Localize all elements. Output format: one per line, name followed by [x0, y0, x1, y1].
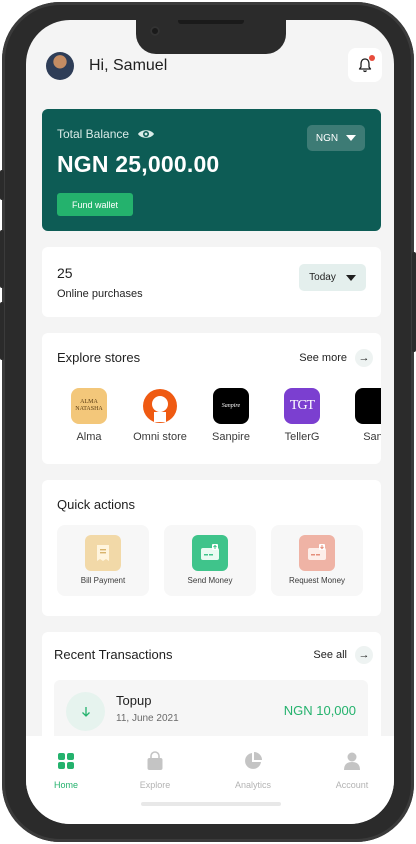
send-money-button[interactable]: Send Money	[164, 525, 256, 596]
balance-label-row: Total Balance	[57, 127, 155, 141]
see-all-link[interactable]: See all →	[313, 646, 373, 664]
power-button	[412, 252, 416, 352]
bill-icon	[85, 535, 121, 571]
currency-select[interactable]: NGN	[307, 125, 365, 151]
section-title: Explore stores	[57, 350, 141, 365]
store-name: Omni store	[133, 431, 187, 443]
store-item-alma[interactable]: ALMA NATASHA Alma	[54, 388, 124, 443]
receipt-icon	[97, 545, 109, 561]
store-item-sanpire[interactable]: Sanpire Sanpire	[196, 388, 266, 443]
tab-analytics[interactable]: Analytics	[216, 750, 290, 790]
pie-chart-icon	[216, 750, 290, 772]
request-money-icon	[299, 535, 335, 571]
section-title: Recent Transactions	[54, 647, 173, 662]
notification-dot	[369, 55, 375, 61]
bill-payment-button[interactable]: Bill Payment	[57, 525, 149, 596]
omni-logo	[142, 388, 178, 424]
action-label: Send Money	[187, 576, 233, 585]
quick-actions-card: Quick actions Bill Payment Send Money Re…	[42, 480, 381, 616]
wallet-in-icon	[308, 544, 326, 560]
action-label: Bill Payment	[80, 576, 126, 585]
mute-switch	[0, 170, 4, 200]
omni-store-icon	[143, 389, 177, 423]
purchases-count: 25	[57, 265, 73, 281]
sanpire-logo: Sanpire	[213, 388, 249, 424]
alma-logo: ALMA NATASHA	[71, 388, 107, 424]
phone-frame: Hi, Samuel Total Balance NGN 25,000.00 N…	[0, 2, 416, 842]
arrow-down-icon	[66, 692, 105, 731]
avatar[interactable]	[46, 52, 74, 80]
tab-label: Analytics	[234, 780, 271, 790]
balance-amount: NGN 25,000.00	[57, 151, 220, 177]
transaction-title: Topup	[116, 693, 152, 708]
tab-label: Account	[335, 780, 369, 790]
fund-wallet-button[interactable]: Fund wallet	[57, 193, 133, 216]
request-money-button[interactable]: Request Money	[271, 525, 363, 596]
arrow-right-icon: →	[355, 646, 373, 664]
chevron-down-icon	[346, 135, 357, 141]
see-more-label: See more	[299, 352, 347, 364]
store-item-partial[interactable]: San	[338, 388, 381, 443]
notifications-button[interactable]	[348, 48, 382, 82]
see-all-label: See all	[313, 649, 347, 661]
tab-account[interactable]: Account	[315, 750, 389, 790]
app-screen: Hi, Samuel Total Balance NGN 25,000.00 N…	[26, 20, 394, 824]
grid-icon	[29, 750, 103, 772]
store-item-omni[interactable]: Omni store	[125, 388, 195, 443]
volume-up-button	[0, 230, 4, 288]
tab-explore[interactable]: Explore	[118, 750, 192, 790]
purchases-card: 25 Online purchases Today	[42, 247, 381, 317]
period-select[interactable]: Today	[299, 264, 366, 291]
eye-icon[interactable]	[137, 128, 155, 140]
transaction-row[interactable]: Topup 11, June 2021 NGN 10,000	[54, 680, 368, 744]
see-more-link[interactable]: See more →	[299, 349, 373, 367]
send-money-icon	[192, 535, 228, 571]
front-camera	[150, 26, 160, 36]
purchases-label: Online purchases	[57, 288, 143, 300]
period-value: Today	[309, 272, 336, 283]
shopping-bag-icon	[118, 750, 192, 772]
tab-label: Home	[53, 780, 78, 790]
arrow-right-icon: →	[355, 349, 373, 367]
currency-value: NGN	[315, 132, 339, 144]
section-title: Quick actions	[57, 497, 136, 512]
store-name: Alma	[76, 431, 102, 443]
store-name: San	[363, 431, 381, 443]
balance-card: Total Balance NGN 25,000.00 NGN Fund wal…	[42, 109, 381, 231]
tab-label: Explore	[139, 780, 171, 790]
chevron-down-icon	[345, 274, 356, 281]
wallet-out-icon	[201, 544, 219, 560]
tab-home[interactable]: Home	[29, 750, 103, 790]
home-indicator	[141, 802, 281, 806]
store-logo	[355, 388, 381, 424]
volume-down-button	[0, 302, 4, 360]
greeting-text: Hi, Samuel	[89, 57, 168, 74]
user-icon	[315, 750, 389, 772]
header: Hi, Samuel	[42, 48, 382, 88]
transaction-amount: NGN 10,000	[283, 703, 356, 718]
store-name: Sanpire	[212, 431, 250, 443]
explore-stores-card: Explore stores See more → ALMA NATASHA A…	[42, 333, 381, 464]
bottom-tab-bar: Home Explore Analytics Account	[26, 736, 394, 824]
action-label: Request Money	[288, 576, 346, 585]
balance-label: Total Balance	[57, 127, 130, 141]
speaker	[178, 20, 244, 24]
transaction-date: 11, June 2021	[116, 713, 179, 724]
store-name: TellerG	[284, 431, 320, 443]
tellerg-logo: TGT	[284, 388, 320, 424]
store-item-tellerg[interactable]: TGT TellerG	[267, 388, 337, 443]
